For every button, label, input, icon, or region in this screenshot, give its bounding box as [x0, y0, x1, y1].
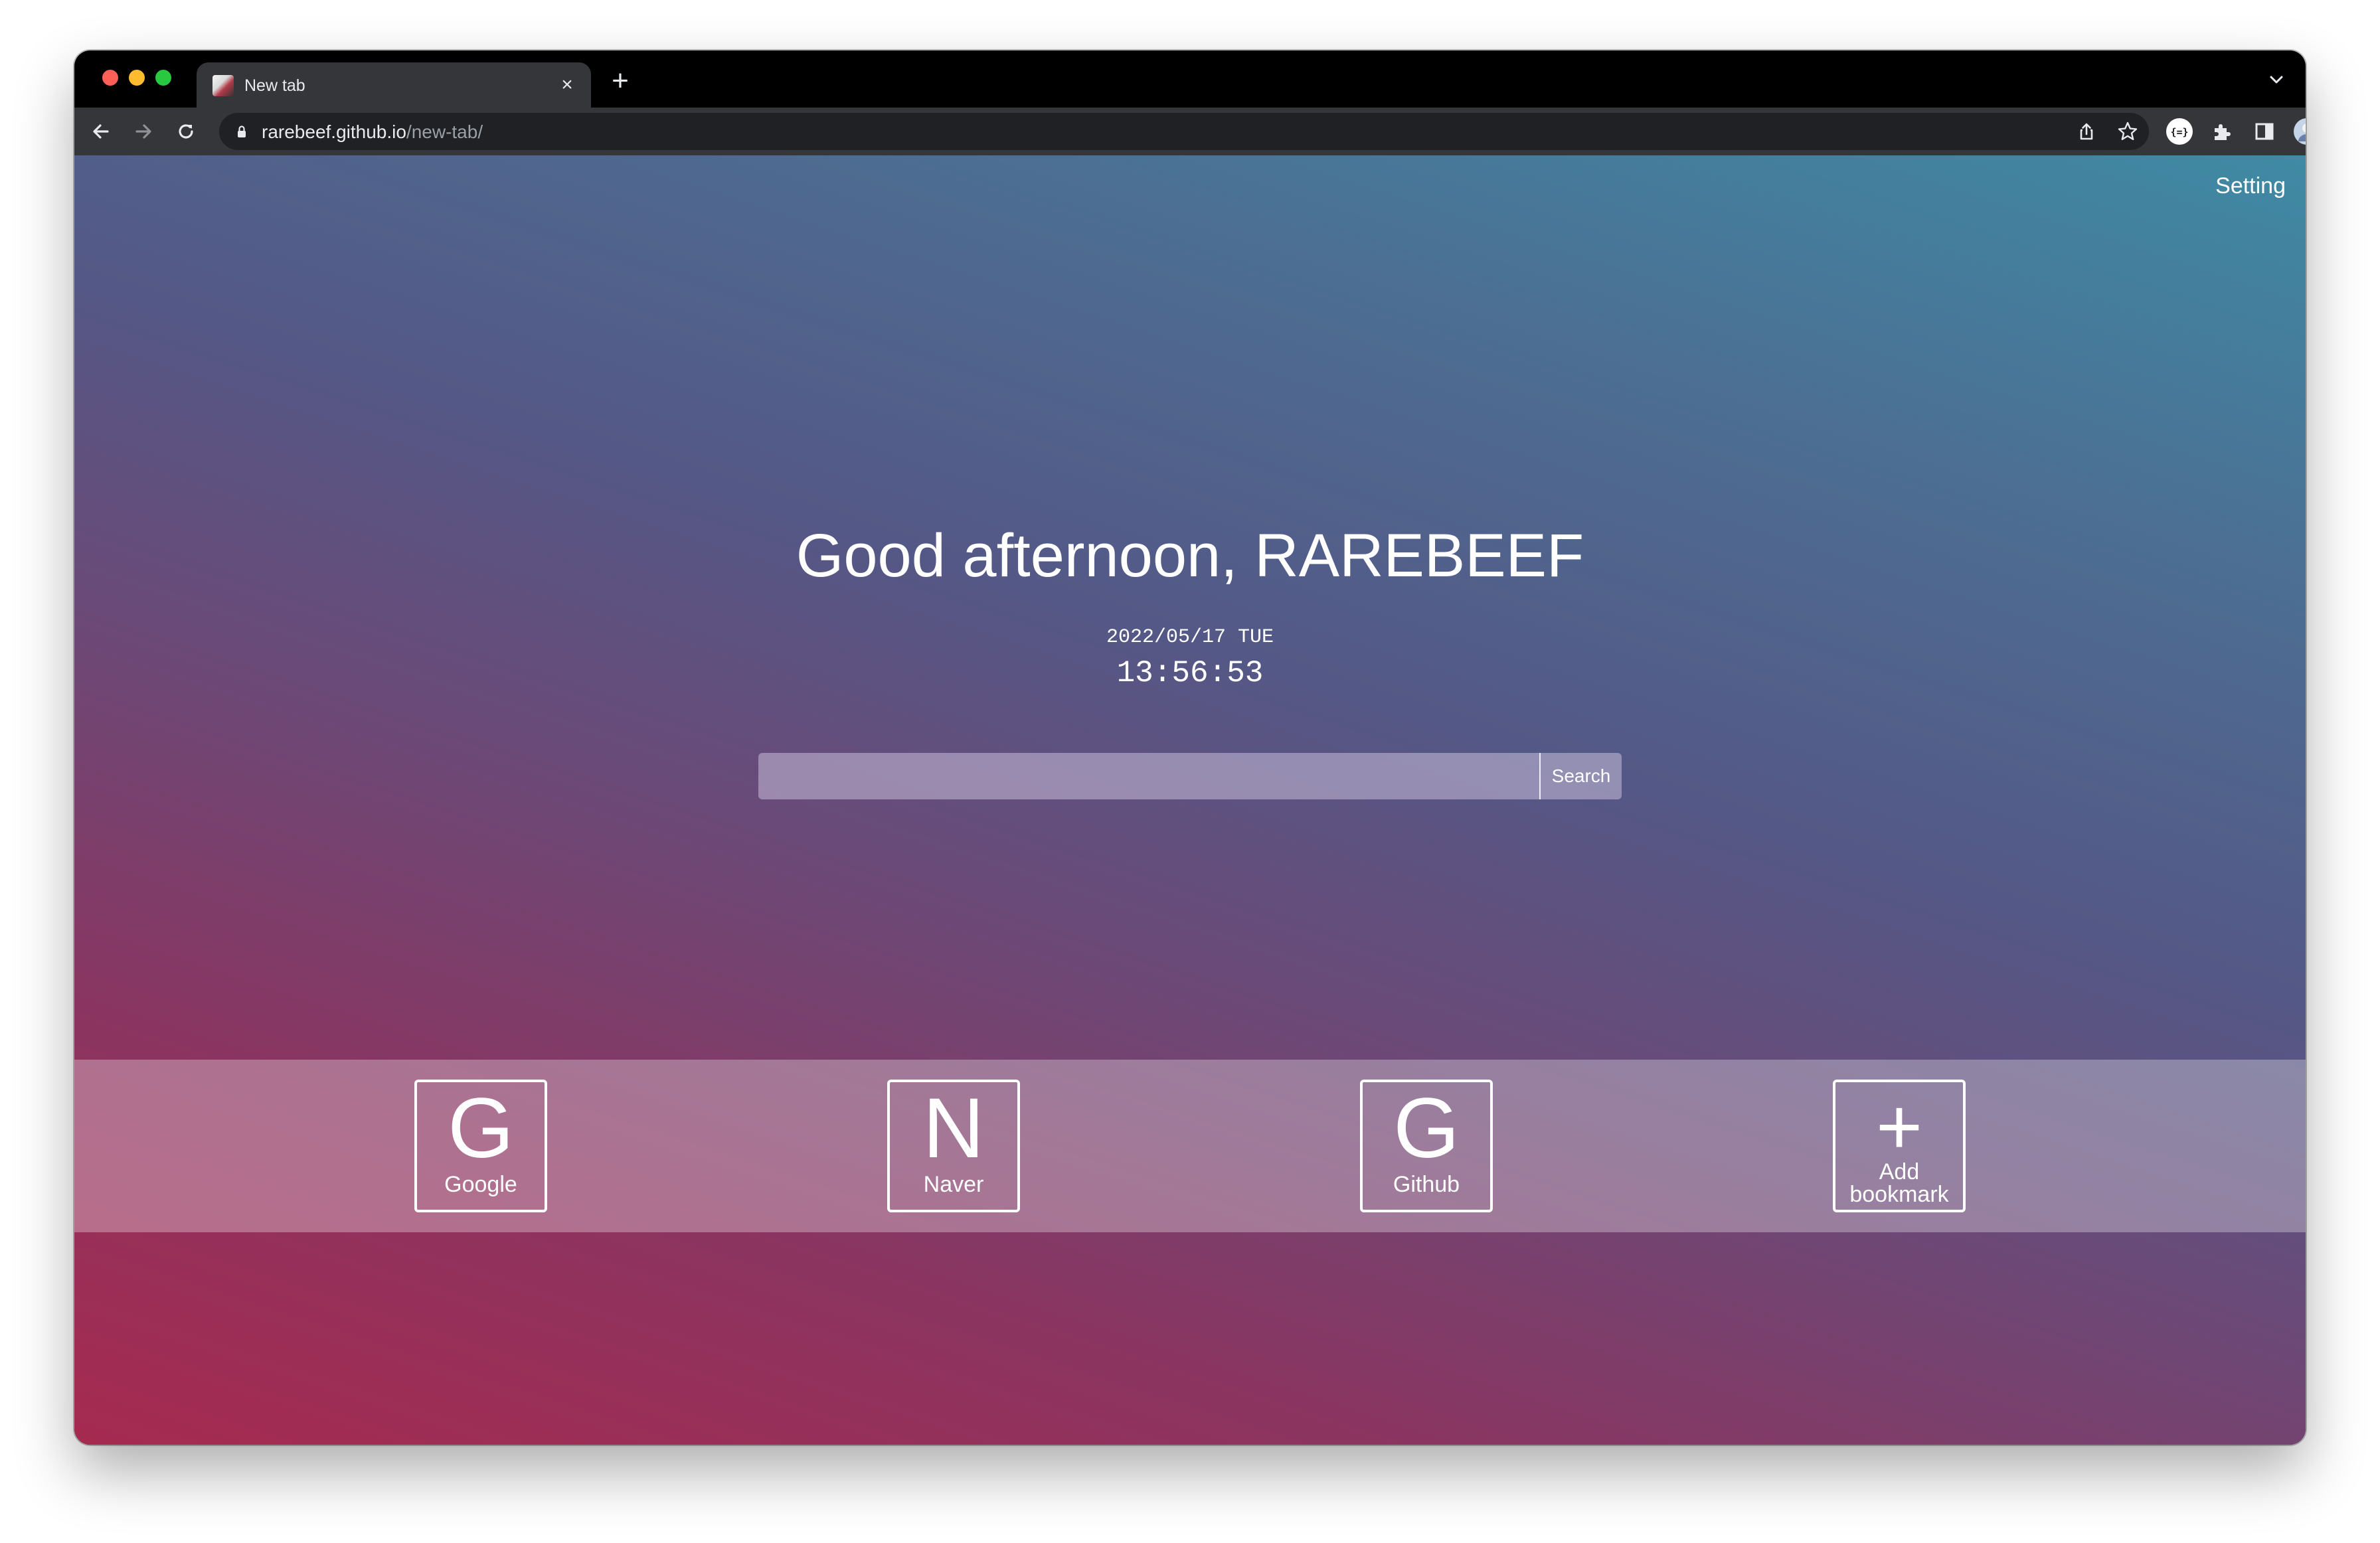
- chevron-down-icon[interactable]: [2263, 66, 2290, 93]
- browser-window: New tab × + rarebeef.github.io/new-tab/ …: [74, 50, 2306, 1445]
- plus-icon: +: [1875, 1082, 1923, 1171]
- tab-strip: New tab × +: [74, 50, 2306, 108]
- bookmark-label: Github: [1393, 1172, 1460, 1197]
- extension-icon[interactable]: {=}: [2165, 117, 2194, 146]
- url-domain: rarebeef.github.io: [262, 122, 406, 142]
- bookmark-label: Google: [444, 1172, 517, 1197]
- tab-close-icon[interactable]: ×: [555, 73, 579, 97]
- tab-new-tab[interactable]: New tab ×: [197, 62, 591, 108]
- bookmark-naver[interactable]: N Naver: [887, 1080, 1020, 1212]
- site-favicon-icon: [212, 75, 234, 96]
- add-bookmark-label-line2: bookmark: [1849, 1182, 1949, 1207]
- clock-display: 13:56:53: [1116, 656, 1264, 690]
- bookmark-letter: G: [448, 1081, 514, 1176]
- close-window-button[interactable]: [102, 70, 118, 86]
- add-bookmark-label: Add bookmark: [1835, 1161, 1963, 1206]
- greeting-heading: Good afternoon, RAREBEEF: [796, 522, 1584, 590]
- address-bar[interactable]: rarebeef.github.io/new-tab/: [219, 113, 2149, 150]
- avatar[interactable]: [2292, 117, 2306, 146]
- search-input[interactable]: [758, 753, 1539, 799]
- date-display: 2022/05/17 TUE: [1106, 626, 1274, 649]
- url-path: /new-tab/: [406, 122, 483, 142]
- bookmark-google[interactable]: G Google: [414, 1080, 547, 1212]
- share-icon[interactable]: [2075, 120, 2098, 143]
- svg-text:{=}: {=}: [2170, 126, 2188, 138]
- search-button[interactable]: Search: [1539, 753, 1622, 799]
- zoom-window-button[interactable]: [155, 70, 171, 86]
- puzzle-icon[interactable]: [2207, 117, 2237, 146]
- back-arrow-icon[interactable]: [86, 117, 116, 146]
- bookmark-label: Naver: [923, 1172, 984, 1197]
- star-icon[interactable]: [2116, 120, 2140, 143]
- new-tab-page: Setting Good afternoon, RAREBEEF 2022/05…: [74, 155, 2306, 1445]
- url-text: rarebeef.github.io/new-tab/: [262, 122, 483, 143]
- lock-icon[interactable]: [234, 123, 250, 139]
- add-bookmark-label-line1: Add: [1879, 1159, 1920, 1184]
- tab-title: New tab: [244, 76, 305, 95]
- add-bookmark-button[interactable]: + Add bookmark: [1833, 1080, 1966, 1212]
- new-tab-button[interactable]: +: [604, 65, 636, 97]
- setting-link[interactable]: Setting: [2215, 173, 2286, 199]
- bookmark-github[interactable]: G Github: [1360, 1080, 1493, 1212]
- bookmark-letter: N: [922, 1081, 985, 1176]
- forward-arrow-icon[interactable]: [129, 117, 158, 146]
- browser-toolbar: rarebeef.github.io/new-tab/ {=}: [74, 108, 2306, 155]
- minimize-window-button[interactable]: [129, 70, 145, 86]
- reload-icon[interactable]: [171, 117, 201, 146]
- side-panel-icon[interactable]: [2250, 117, 2279, 146]
- search-form: Search: [758, 753, 1623, 799]
- bookmark-letter: G: [1393, 1081, 1460, 1176]
- bookmark-bar: G Google N Naver G Github + Add bookmark: [74, 1060, 2306, 1232]
